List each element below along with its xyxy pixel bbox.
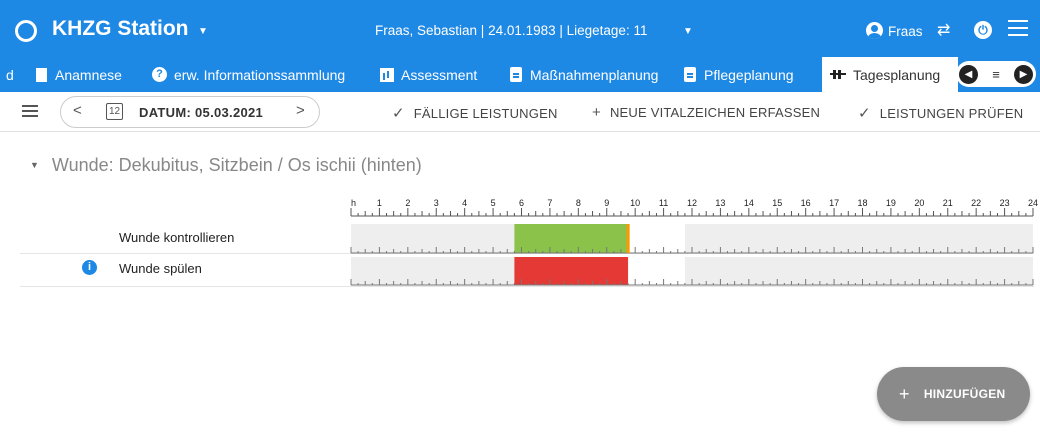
chart-icon <box>380 67 394 82</box>
calendar-icon[interactable]: 12 <box>106 103 123 120</box>
check-icon: ✓ <box>858 105 871 122</box>
hour-label: 19 <box>886 198 896 208</box>
tab-label: Pflegeplanung <box>704 66 794 83</box>
add-button[interactable]: + HINZUFÜGEN <box>877 367 1030 421</box>
tab-anamnese[interactable]: Anamnese <box>36 57 122 92</box>
chevron-left-icon[interactable]: ◀ <box>959 64 978 84</box>
hour-label: 11 <box>659 198 668 208</box>
current-time-marker <box>626 224 630 253</box>
hour-label: 8 <box>576 198 581 208</box>
section-title[interactable]: ▼ Wunde: Dekubitus, Sitzbein / Os ischii … <box>30 155 422 176</box>
new-vitals-button[interactable]: + NEUE VITALZEICHEN ERFASSEN <box>592 104 820 121</box>
tab-label: d <box>6 66 14 83</box>
available-window <box>684 257 1033 285</box>
task-bar-done[interactable] <box>514 224 629 253</box>
hour-label: 21 <box>943 198 953 208</box>
hour-label: 23 <box>1000 198 1010 208</box>
logo-ring-icon[interactable] <box>15 20 37 42</box>
tab-navigation: ◀ ≡ ▶ <box>956 61 1036 87</box>
power-icon[interactable]: ⏻ <box>974 21 992 39</box>
help-circle-icon: ? <box>152 67 167 82</box>
hour-label: 5 <box>491 198 496 208</box>
tab-label: Anamnese <box>55 66 122 83</box>
tab-label: erw. Informationssammlung <box>174 66 346 83</box>
section-title-text: Wunde: Dekubitus, Sitzbein / Os ischii (… <box>51 155 422 175</box>
due-services-label: FÄLLIGE LEISTUNGEN <box>413 106 558 121</box>
hamburger-icon[interactable] <box>22 105 38 117</box>
hour-label: 6 <box>519 198 524 208</box>
schedule-icon <box>830 69 846 80</box>
date-label[interactable]: DATUM: 05.03.2021 <box>139 105 263 120</box>
hour-label: 22 <box>971 198 981 208</box>
hour-label: 20 <box>914 198 924 208</box>
hour-label: 14 <box>744 198 754 208</box>
hour-label: 9 <box>604 198 609 208</box>
available-window <box>684 224 1033 253</box>
due-services-button[interactable]: ✓ FÄLLIGE LEISTUNGEN <box>392 104 558 122</box>
tab-tagesplanung[interactable]: Tagesplanung <box>822 57 958 92</box>
hour-label: 17 <box>829 198 839 208</box>
hour-label: 4 <box>462 198 467 208</box>
date-selector: < 12 DATUM: 05.03.2021 > <box>60 96 320 128</box>
swap-icon[interactable]: ⇄ <box>937 20 950 40</box>
chevron-down-icon[interactable]: ▼ <box>198 26 208 37</box>
hour-label: 12 <box>687 198 697 208</box>
caret-down-icon[interactable]: ▼ <box>30 160 39 170</box>
check-icon: ✓ <box>392 105 405 122</box>
menu-icon[interactable] <box>1008 20 1028 36</box>
top-bar: KHZG Station ▼ Fraas, Sebastian | 24.01.… <box>0 0 1040 57</box>
clipboard-icon <box>684 67 696 82</box>
chevron-right-icon[interactable]: > <box>296 102 305 119</box>
app-title[interactable]: KHZG Station <box>52 17 189 41</box>
tab-assessment[interactable]: Assessment <box>380 57 477 92</box>
hour-label: 2 <box>405 198 410 208</box>
toolbar: < 12 DATUM: 05.03.2021 > ✓ FÄLLIGE LEISTU… <box>0 92 1040 132</box>
user-name[interactable]: Fraas <box>888 24 923 39</box>
hour-label: h <box>351 198 356 208</box>
day-timeline: h 1 2 3 4 5 6 7 8 9 10 11 12 13 14 15 16 17 18 19 20 21 22 23 24 <box>350 198 1038 286</box>
tab-information[interactable]: ? erw. Informationssammlung <box>152 57 345 92</box>
tab-label: Assessment <box>401 66 478 83</box>
tab-massnahmenplanung[interactable]: Maßnahmenplanung <box>510 57 658 92</box>
chevron-down-icon[interactable]: ▼ <box>683 26 693 37</box>
tab-label: Maßnahmenplanung <box>530 66 659 83</box>
tab-pflegeplanung[interactable]: Pflegeplanung <box>684 57 794 92</box>
chevron-right-icon[interactable]: ▶ <box>1014 64 1033 84</box>
list-icon[interactable]: ≡ <box>992 68 1000 81</box>
document-icon <box>36 67 47 82</box>
plus-icon: + <box>592 104 601 121</box>
hour-label: 16 <box>801 198 811 208</box>
hour-label: 1 <box>377 198 382 208</box>
check-services-label: LEISTUNGEN PRÜFEN <box>879 106 1024 121</box>
hour-label: 13 <box>715 198 725 208</box>
tab-bar: d Anamnese ? erw. Informationssammlung As… <box>0 57 1040 92</box>
tab-truncated[interactable]: d <box>6 57 14 92</box>
hour-label: 24 <box>1028 198 1038 208</box>
task-bar-overdue[interactable] <box>514 257 629 285</box>
check-services-button[interactable]: ✓ LEISTUNGEN PRÜFEN <box>858 104 1023 122</box>
account-icon[interactable] <box>866 22 883 39</box>
plus-icon: + <box>899 383 910 404</box>
tab-label: Tagesplanung <box>853 66 941 83</box>
chevron-left-icon[interactable]: < <box>73 102 82 119</box>
hour-label: 3 <box>434 198 439 208</box>
clipboard-icon <box>510 67 522 82</box>
add-button-label: HINZUFÜGEN <box>923 387 1006 401</box>
hour-label: 10 <box>630 198 640 208</box>
hour-label: 7 <box>547 198 552 208</box>
hour-label: 18 <box>857 198 867 208</box>
new-vitals-label: NEUE VITALZEICHEN ERFASSEN <box>609 105 821 120</box>
patient-info[interactable]: Fraas, Sebastian | 24.01.1983 | Liegetag… <box>375 23 647 38</box>
hour-label: 15 <box>772 198 782 208</box>
